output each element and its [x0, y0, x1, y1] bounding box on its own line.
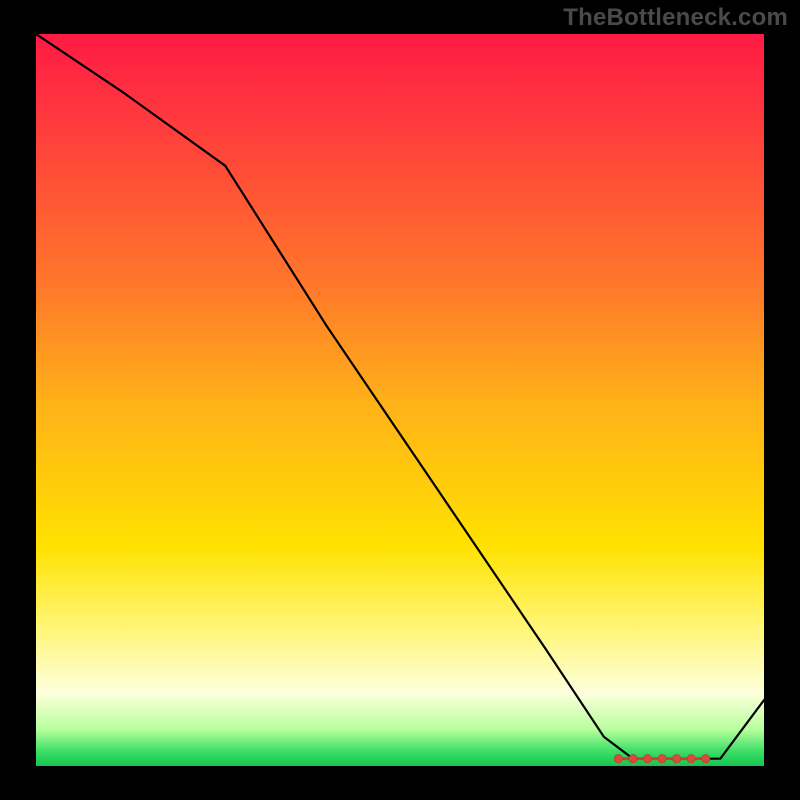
optimal-marker [614, 754, 622, 762]
plot-area [36, 34, 764, 766]
optimal-marker [629, 754, 637, 762]
series-line-group [36, 34, 764, 759]
watermark-text: TheBottleneck.com [563, 4, 788, 32]
optimal-marker [672, 754, 680, 762]
optimal-marker [643, 754, 651, 762]
chart-frame: TheBottleneck.com [0, 0, 800, 800]
optimal-marker [658, 754, 666, 762]
optimal-marker [702, 754, 710, 762]
chart-svg [36, 34, 764, 766]
optimal-marker [687, 754, 695, 762]
bottleneck-curve [36, 34, 764, 759]
